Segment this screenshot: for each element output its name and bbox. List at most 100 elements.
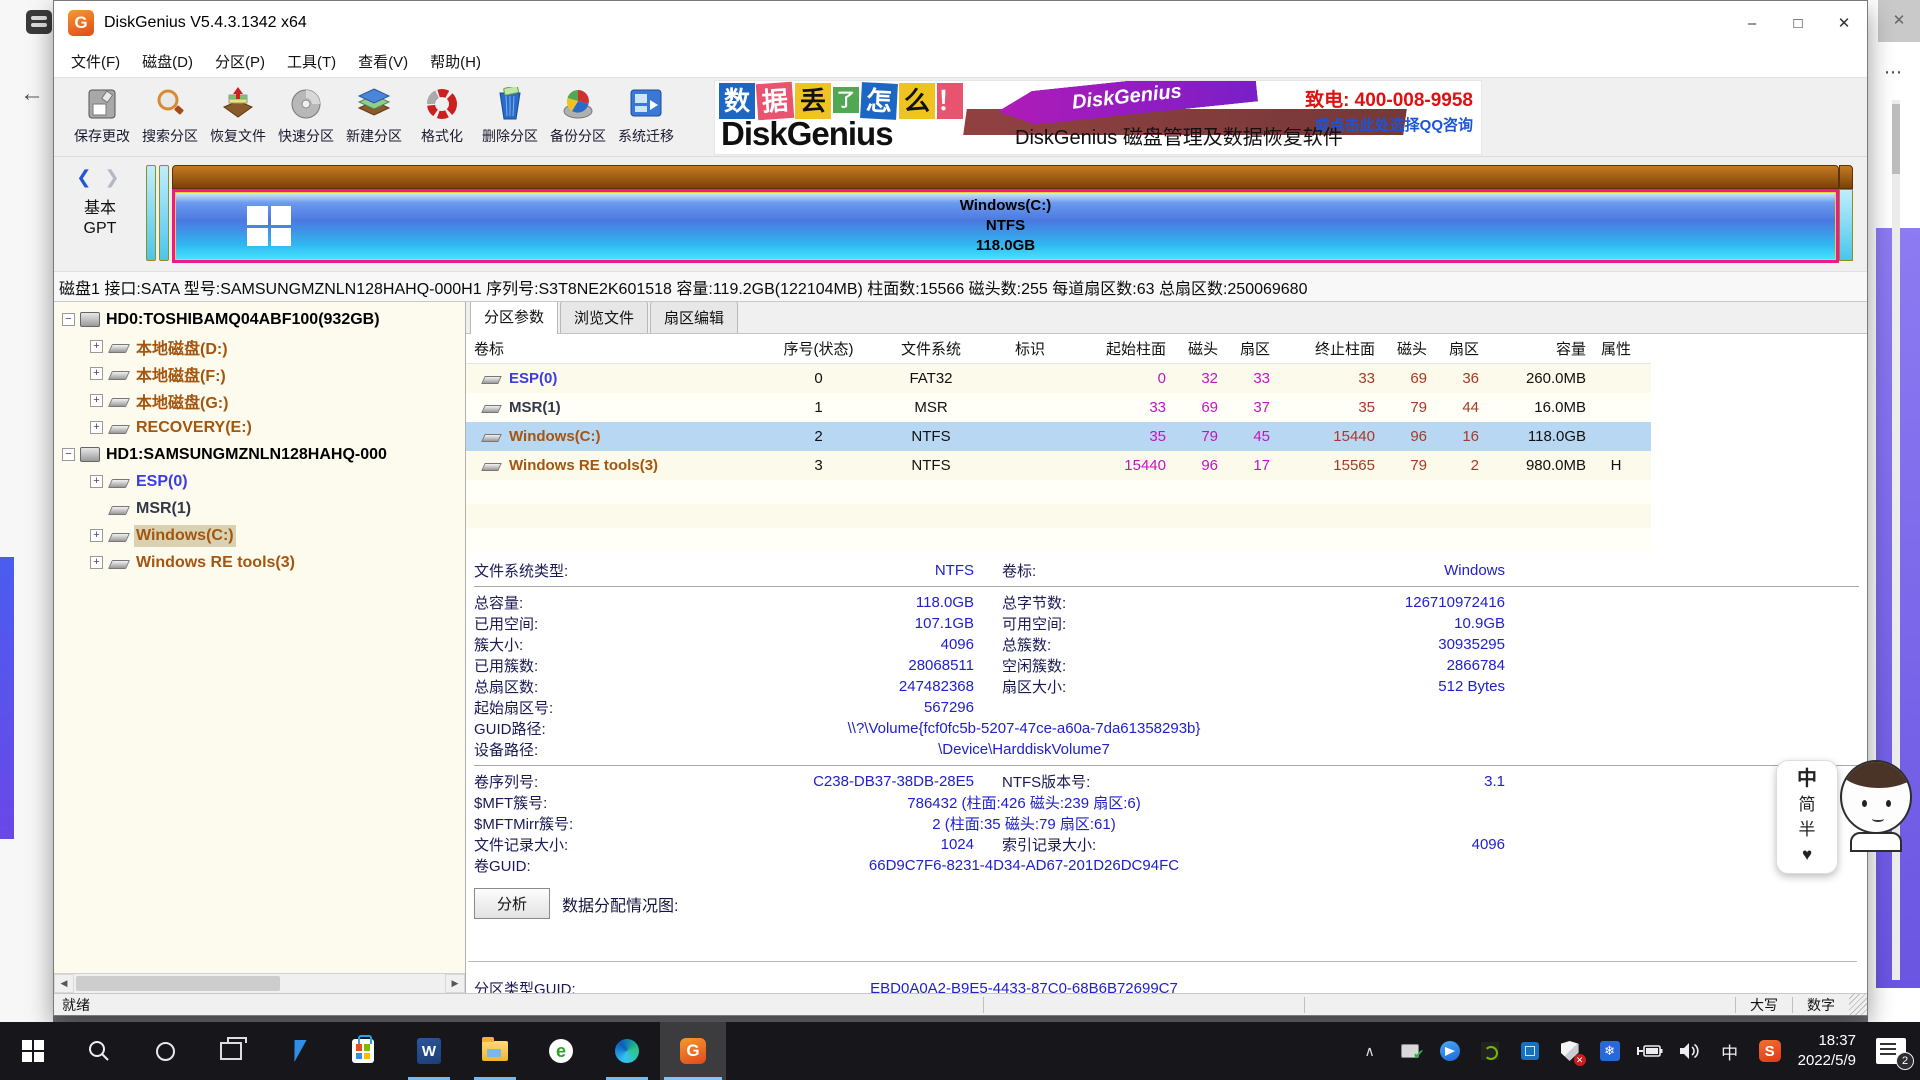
browser-360-button[interactable]: e	[528, 1022, 594, 1080]
tree-item-hd0[interactable]: − HD0:TOSHIBAMQ04ABF100(932GB)	[54, 306, 465, 333]
windows-c-partition-block[interactable]: Windows(C:) NTFS 118.0GB	[172, 189, 1839, 263]
format-button[interactable]: 格式化	[408, 84, 476, 156]
resize-grip[interactable]	[1849, 994, 1867, 1015]
expand-toggle-icon[interactable]: +	[90, 340, 103, 353]
expand-toggle-icon[interactable]: +	[90, 556, 103, 569]
cortana-button[interactable]	[132, 1022, 198, 1080]
empty-table-row	[466, 504, 1651, 528]
table-row-msr[interactable]: MSR(1) 1 MSR 33 69 37 35 79 44 16.0MB	[466, 393, 1651, 422]
tray-ime-indicator[interactable]: 中	[1710, 1022, 1750, 1080]
edge-button[interactable]	[594, 1022, 660, 1080]
tree-horizontal-scrollbar[interactable]: ◀ ▶	[54, 973, 465, 993]
menu-help[interactable]: 帮助(H)	[419, 47, 492, 76]
quick-partition-button[interactable]: 快速分区	[272, 84, 340, 156]
ime-floating-bar[interactable]: 中 简 半 ♥	[1776, 760, 1838, 874]
save-changes-button[interactable]: 保存更改	[68, 84, 136, 156]
search-partition-button[interactable]: 搜索分区	[136, 84, 204, 156]
table-row-windows-c-selected[interactable]: Windows(C:) 2 NTFS 35 79 45 15440 96 16 …	[466, 422, 1651, 451]
backup-partition-button[interactable]: 备份分区	[544, 84, 612, 156]
window-title: DiskGenius V5.4.3.1342 x64	[104, 14, 307, 32]
recover-files-button[interactable]: 恢复文件	[204, 84, 272, 156]
partition-table: 卷标 序号(状态) 文件系统 标识 起始柱面 磁头 扇区 终止柱面 磁头 扇区 …	[466, 334, 1651, 552]
tray-nvidia[interactable]	[1470, 1022, 1510, 1080]
menu-partition[interactable]: 分区(P)	[204, 47, 276, 76]
tab-sector-edit[interactable]: 扇区编辑	[650, 302, 738, 333]
tab-partition-params[interactable]: 分区参数	[470, 302, 558, 334]
tree-item-recovery-e[interactable]: + RECOVERY(E:)	[54, 414, 465, 441]
expand-toggle-icon[interactable]: +	[90, 367, 103, 380]
tree-item-local-f[interactable]: + 本地磁盘(F:)	[54, 360, 465, 387]
expand-toggle-icon[interactable]: +	[90, 529, 103, 542]
green-e-icon: e	[549, 1039, 573, 1063]
expand-toggle-icon[interactable]: +	[90, 475, 103, 488]
disk-header-strip	[172, 165, 1839, 189]
back-arrow-icon: ←	[20, 80, 44, 108]
collapse-toggle-icon[interactable]: −	[62, 313, 75, 326]
tray-feishu[interactable]	[1430, 1022, 1470, 1080]
minimize-button[interactable]: –	[1729, 1, 1775, 45]
tree-item-local-d[interactable]: + 本地磁盘(D:)	[54, 333, 465, 360]
new-partition-button[interactable]: 新建分区	[340, 84, 408, 156]
scroll-right-icon[interactable]: ▶	[445, 974, 465, 993]
menu-disk[interactable]: 磁盘(D)	[131, 47, 204, 76]
tab-browse-files[interactable]: 浏览文件	[560, 302, 648, 333]
maximize-button[interactable]: □	[1775, 1, 1821, 45]
analyze-button[interactable]: 分析	[474, 888, 550, 919]
pinned-app-bolt[interactable]	[264, 1022, 330, 1080]
start-button[interactable]	[0, 1022, 66, 1080]
ime-mode-zh[interactable]: 中	[1797, 767, 1817, 792]
tray-volume[interactable]	[1670, 1022, 1710, 1080]
tree-item-windows-c[interactable]: + Windows(C:)	[54, 522, 465, 549]
recover-icon	[218, 84, 258, 124]
esp-partition-block[interactable]	[146, 165, 156, 261]
expand-toggle-icon[interactable]: +	[90, 421, 103, 434]
partition-type-guid-label: 分区类型GUID:	[474, 978, 674, 993]
scrollbar-thumb[interactable]	[76, 976, 280, 991]
action-center-button[interactable]: 2	[1868, 1022, 1914, 1080]
menu-file[interactable]: 文件(F)	[60, 47, 131, 76]
prev-disk-arrow-icon[interactable]: ❮	[76, 167, 95, 187]
next-disk-arrow-icon[interactable]: ❯	[105, 167, 124, 187]
diskgenius-taskbar-button[interactable]: G	[660, 1022, 726, 1080]
collapse-toggle-icon[interactable]: −	[62, 448, 75, 461]
tray-intel-graphics[interactable]	[1510, 1022, 1550, 1080]
table-row-windows-re[interactable]: Windows RE tools(3) 3 NTFS 15440 96 17 1…	[466, 451, 1651, 480]
tray-sogou[interactable]: S	[1750, 1022, 1790, 1080]
partition-icon	[108, 533, 130, 542]
taskbar-clock[interactable]: 18:37 2022/5/9	[1790, 1031, 1868, 1071]
tree-item-hd1[interactable]: − HD1:SAMSUNGMZNLN128HAHQ-000	[54, 441, 465, 468]
taskbar-search-button[interactable]	[66, 1022, 132, 1080]
ime-simplified[interactable]: 简	[1799, 792, 1816, 817]
tree-item-msr[interactable]: MSR(1)	[54, 495, 465, 522]
ad-tagline: DiskGenius 磁盘管理及数据恢复软件	[1015, 121, 1343, 150]
word-taskbar-button[interactable]: W	[396, 1022, 462, 1080]
ime-halfwidth[interactable]: 半	[1799, 817, 1816, 842]
save-icon	[82, 84, 122, 124]
tree-item-esp[interactable]: + ESP(0)	[54, 468, 465, 495]
tray-overflow-chevron[interactable]: ∧	[1350, 1022, 1390, 1080]
microsoft-store-button[interactable]	[330, 1022, 396, 1080]
re-tools-partition-block[interactable]	[1839, 165, 1853, 261]
background-window-left: ←	[0, 0, 53, 1022]
tray-snowflake-app[interactable]: ❄	[1590, 1022, 1630, 1080]
msr-partition-block[interactable]	[159, 165, 169, 261]
expand-toggle-icon[interactable]: +	[90, 394, 103, 407]
task-view-button[interactable]	[198, 1022, 264, 1080]
menu-view[interactable]: 查看(V)	[347, 47, 419, 76]
tree-item-windows-re[interactable]: + Windows RE tools(3)	[54, 549, 465, 576]
check-icon: ✔	[1413, 1046, 1425, 1063]
table-row-esp[interactable]: ESP(0) 0 FAT32 0 32 33 33 69 36 260.0MB	[466, 364, 1651, 393]
file-explorer-button[interactable]	[462, 1022, 528, 1080]
ad-banner[interactable]: 数 据 丢 了 怎 么 ！ DiskGenius 致电: 400-008-995…	[714, 80, 1482, 155]
close-button[interactable]: ✕	[1821, 1, 1867, 45]
tray-driver-utility[interactable]: ✔	[1390, 1022, 1430, 1080]
tray-security[interactable]: ✕	[1550, 1022, 1590, 1080]
delete-partition-button[interactable]: 删除分区	[476, 84, 544, 156]
tree-item-local-g[interactable]: + 本地磁盘(G:)	[54, 387, 465, 414]
notification-badge: 2	[1896, 1052, 1914, 1070]
system-migrate-button[interactable]: 系统迁移	[612, 84, 680, 156]
tray-power[interactable]	[1630, 1022, 1670, 1080]
scroll-left-icon[interactable]: ◀	[54, 974, 74, 993]
heart-icon[interactable]: ♥	[1802, 842, 1812, 867]
menu-tools[interactable]: 工具(T)	[276, 47, 347, 76]
